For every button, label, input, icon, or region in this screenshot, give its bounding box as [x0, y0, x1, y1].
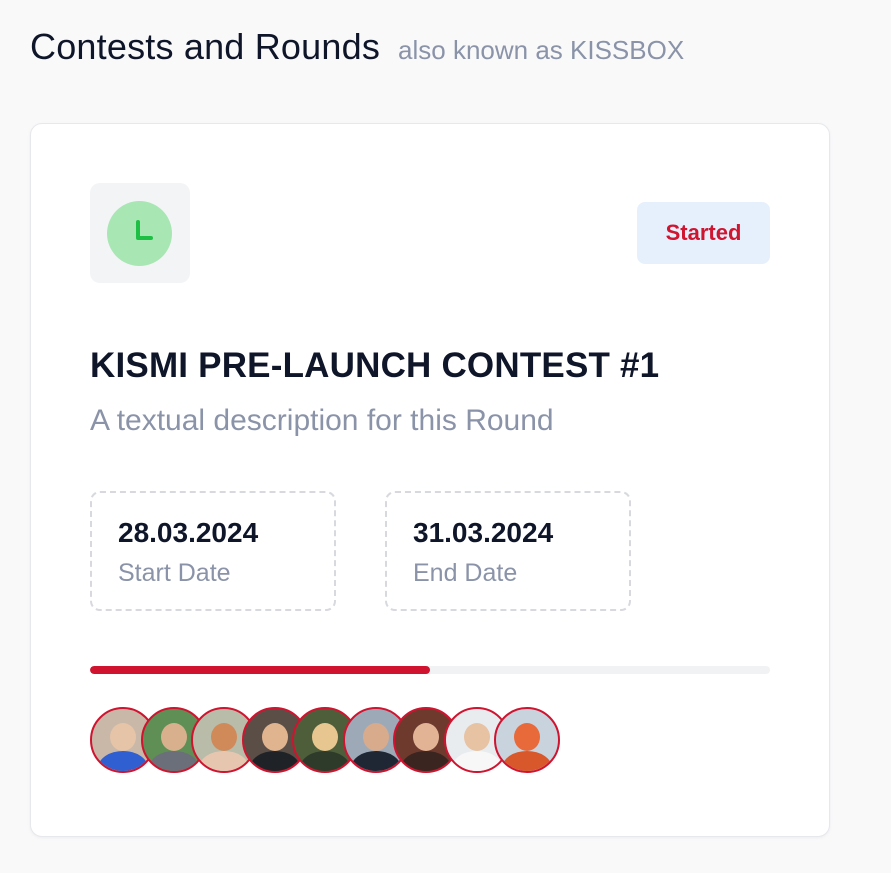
- participant-avatar[interactable]: [494, 707, 560, 773]
- start-date-label: Start Date: [118, 559, 231, 587]
- page-subtitle: also known as KISSBOX: [398, 35, 685, 65]
- end-date-box: 31.03.2024 End Date: [385, 491, 631, 611]
- avatar-body: [199, 751, 249, 771]
- avatar-head: [514, 723, 540, 751]
- avatar-head: [211, 723, 237, 751]
- page-title: Contests and Rounds: [30, 26, 381, 67]
- status-badge: Started: [637, 202, 770, 264]
- start-date-box: 28.03.2024 Start Date: [90, 491, 336, 611]
- avatar-head: [161, 723, 187, 751]
- avatar-body: [149, 751, 199, 771]
- round-description: A textual description for this Round: [90, 404, 554, 437]
- avatar-body: [351, 751, 401, 771]
- contest-card[interactable]: Started KISMI PRE-LAUNCH CONTEST #1 A te…: [30, 123, 830, 837]
- end-date-label: End Date: [413, 559, 518, 587]
- avatar-head: [413, 723, 439, 751]
- avatar-head: [363, 723, 389, 751]
- page-header: Contests and Rounds also known as KISSBO…: [30, 26, 684, 68]
- start-date-value: 28.03.2024: [118, 517, 259, 548]
- avatar-head: [110, 723, 136, 751]
- avatar-body: [452, 751, 502, 771]
- progress-bar: [90, 666, 770, 674]
- progress-fill: [90, 666, 430, 674]
- avatar-body: [250, 751, 300, 771]
- round-title[interactable]: KISMI PRE-LAUNCH CONTEST #1: [90, 346, 659, 386]
- avatar-body: [502, 751, 552, 771]
- clock-icon: [107, 201, 172, 266]
- avatar-head: [262, 723, 288, 751]
- avatar-body: [98, 751, 148, 771]
- icon-tile: [90, 183, 190, 283]
- avatar-head: [312, 723, 338, 751]
- avatar-body: [300, 751, 350, 771]
- end-date-value: 31.03.2024: [413, 517, 554, 548]
- avatar-body: [401, 751, 451, 771]
- avatar-head: [464, 723, 490, 751]
